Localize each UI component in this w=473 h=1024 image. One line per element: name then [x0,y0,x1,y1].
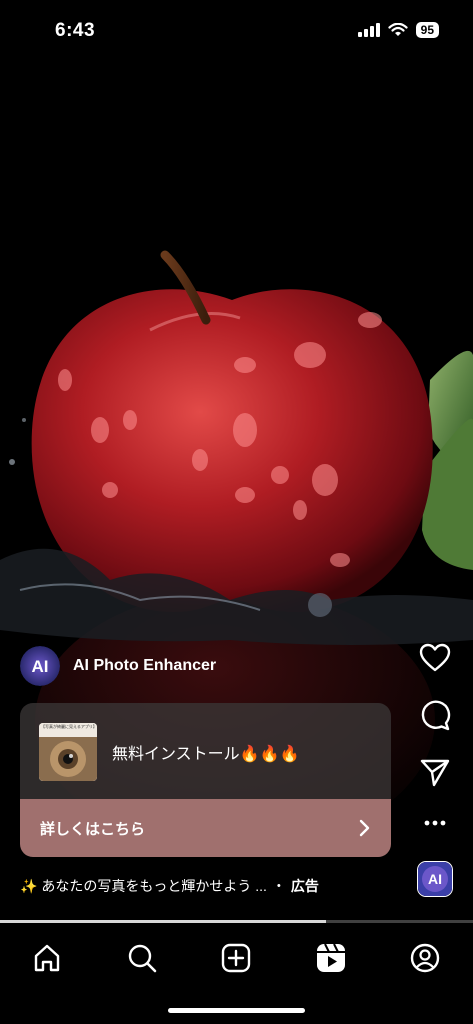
status-time: 6:43 [55,20,96,41]
ad-card[interactable]: 【写真が綺麗に見えるアプリ】 無料インストール🔥🔥🔥 詳しくはこちら [20,703,391,857]
home-indicator [168,1008,305,1013]
nav-profile[interactable] [405,938,445,978]
svg-text:AI: AI [32,657,49,676]
chevron-right-icon [359,819,370,837]
learn-more-label: 詳しくはこちら [40,820,146,838]
apple [31,289,433,613]
caption-text[interactable]: ✨ あなたの写真をもっと輝かせよう ... [20,878,267,894]
comment-button[interactable] [417,697,453,733]
sponsored-label: 広告 [290,878,319,894]
battery-indicator: 95 [415,22,439,38]
post-caption[interactable]: ✨ あなたの写真をもっと輝かせよう ... ・広告 [20,876,319,896]
profile-icon [410,943,440,973]
create-icon [221,943,251,973]
heart-icon [419,643,451,672]
svg-text:AI: AI [428,871,442,887]
status-bar: 6:43 95 [0,0,473,60]
reel-actions: AI [417,640,453,897]
caption-separator: ・ [271,878,286,894]
share-button[interactable] [417,754,453,790]
nav-create[interactable] [216,938,256,978]
more-options-button[interactable] [417,811,453,835]
home-icon [34,944,60,972]
ad-title: 無料インストール🔥🔥🔥 [112,746,300,763]
ad-thumbnail[interactable]: 【写真が綺麗に見えるアプリ】 [39,723,97,781]
nav-home[interactable] [27,938,67,978]
reels-icon [317,943,345,972]
send-icon [420,759,450,787]
like-button[interactable] [417,640,453,676]
audio-avatar[interactable]: AI [417,861,453,897]
author-name[interactable]: AI Photo Enhancer [73,657,216,675]
comment-icon [421,700,451,731]
ad-thumbnail-caption: 【写真が綺麗に見えるアプリ】 [41,724,95,729]
search-icon [128,944,157,973]
post-author[interactable]: AI AI Photo Enhancer [20,646,216,686]
more-icon [424,820,446,826]
nav-reels[interactable] [311,938,351,978]
author-avatar[interactable]: AI [20,646,60,686]
learn-more-button[interactable]: 詳しくはこちら [20,799,391,857]
signal-icon [357,23,380,37]
wifi-icon [388,23,408,36]
nav-search[interactable] [122,938,162,978]
